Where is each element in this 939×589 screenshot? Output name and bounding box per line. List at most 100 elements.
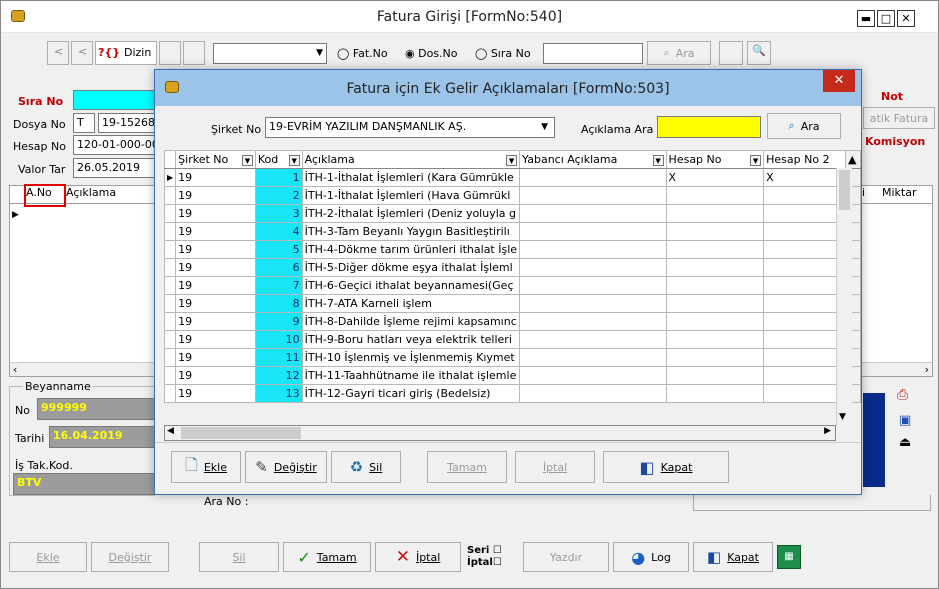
- next-record-button[interactable]: [159, 41, 181, 65]
- cell-hesap[interactable]: [665, 348, 765, 367]
- cell-sirket[interactable]: 19: [175, 186, 256, 205]
- col-aciklama[interactable]: Açıklama: [66, 186, 166, 203]
- cell-hesap2[interactable]: [763, 258, 846, 277]
- cell-hesap[interactable]: [665, 384, 765, 403]
- cell-aciklama[interactable]: İTH-7-ATA Karneli işlem: [301, 294, 521, 313]
- cell-sirket[interactable]: 19: [175, 366, 256, 385]
- cell-kod[interactable]: 4: [254, 222, 303, 241]
- cell-hesap2[interactable]: [763, 384, 846, 403]
- table-row[interactable]: ▶ 19 1 İTH-1-İthalat İşlemleri (Kara Gümrük…: [163, 168, 862, 187]
- cell-kod[interactable]: 13: [254, 384, 303, 403]
- col-sirket[interactable]: Şirket No ▼: [175, 150, 256, 169]
- cell-sirket[interactable]: 19: [175, 330, 256, 349]
- cell-hesap2[interactable]: [763, 312, 846, 331]
- zoom-icon[interactable]: 🔍: [747, 41, 771, 65]
- main-kapat-button[interactable]: ◧ Kapat: [693, 542, 773, 572]
- cell-hesap2[interactable]: [763, 240, 846, 259]
- cell-hesap[interactable]: [665, 186, 765, 205]
- cell-kod[interactable]: 1: [254, 168, 303, 187]
- cell-yabanci[interactable]: [519, 258, 667, 277]
- main-yazdir-button[interactable]: Yazdır: [523, 542, 609, 572]
- cell-sirket[interactable]: 19: [175, 384, 256, 403]
- prev-record-button[interactable]: <: [71, 41, 93, 65]
- cell-sirket[interactable]: 19: [175, 204, 256, 223]
- table-row[interactable]: 19 10 İTH-9-Boru hatları veya elektrik tel…: [163, 330, 862, 349]
- print-icon[interactable]: ⎙: [897, 387, 908, 403]
- dialog-sil-button[interactable]: ♻ Sil: [331, 451, 401, 483]
- cell-kod[interactable]: 2: [254, 186, 303, 205]
- dosya-no-input[interactable]: 19-15268: [98, 113, 158, 133]
- cell-kod[interactable]: 7: [254, 276, 303, 295]
- col-hesap[interactable]: Hesap No ▼: [665, 150, 765, 169]
- is-tak-input[interactable]: BTV: [13, 473, 155, 495]
- cell-hesap[interactable]: [665, 366, 765, 385]
- cell-kod[interactable]: 11: [254, 348, 303, 367]
- main-iptal-button[interactable]: ✕ İptal: [375, 542, 461, 572]
- aciklama-ara-input[interactable]: [657, 116, 761, 138]
- chevron-down-icon[interactable]: ▼: [506, 155, 518, 166]
- cell-hesap[interactable]: [665, 222, 765, 241]
- cell-hesap[interactable]: [665, 204, 765, 223]
- cell-hesap[interactable]: [665, 312, 765, 331]
- cell-yabanci[interactable]: [519, 330, 667, 349]
- table-row[interactable]: 19 4 İTH-3-Tam Beyanlı Yaygın Basitleştiri…: [163, 222, 862, 241]
- table-row[interactable]: 19 6 İTH-5-Diğer dökme eşya ithalat İşleml: [163, 258, 862, 277]
- cell-yabanci[interactable]: [519, 348, 667, 367]
- cell-yabanci[interactable]: [519, 384, 667, 403]
- main-sil-button[interactable]: Sil: [199, 542, 279, 572]
- cell-hesap2[interactable]: X: [763, 168, 846, 187]
- cell-hesap2[interactable]: [763, 276, 846, 295]
- sirket-no-dropdown[interactable]: 19-EVRİM YAZILIM DANŞMANLIK AŞ. ▼: [265, 117, 555, 138]
- cell-yabanci[interactable]: [519, 222, 667, 241]
- cell-hesap[interactable]: [665, 258, 765, 277]
- first-record-button[interactable]: <: [47, 41, 69, 65]
- beyanname-no[interactable]: 999999: [37, 398, 155, 420]
- cell-hesap[interactable]: [665, 330, 765, 349]
- col-i[interactable]: i: [862, 186, 865, 199]
- dizin-button[interactable]: ?{} Dizin: [95, 41, 157, 65]
- cell-hesap[interactable]: [665, 240, 765, 259]
- chevron-down-icon[interactable]: ▼: [241, 155, 253, 166]
- cell-hesap2[interactable]: [763, 366, 846, 385]
- col-aciklama[interactable]: Açıklama ▼: [301, 150, 521, 169]
- seri-iptal-checkbox[interactable]: Seri ☐ İptal☐: [467, 542, 517, 572]
- cell-aciklama[interactable]: İTH-1-İthalat İşlemleri (Kara Gümrükle: [301, 168, 521, 187]
- table-row[interactable]: 19 8 İTH-7-ATA Karneli işlem: [163, 294, 862, 313]
- radio-dos-no[interactable]: ◉ Dos.No: [405, 47, 458, 60]
- cell-yabanci[interactable]: [519, 204, 667, 223]
- cell-kod[interactable]: 5: [254, 240, 303, 259]
- cell-hesap2[interactable]: [763, 204, 846, 223]
- select-icon[interactable]: ▣: [899, 413, 911, 428]
- dialog-iptal-button[interactable]: İptal: [515, 451, 595, 483]
- cell-hesap2[interactable]: [763, 330, 846, 349]
- last-record-button[interactable]: [183, 41, 205, 65]
- cell-hesap2[interactable]: [763, 186, 846, 205]
- minimize-button[interactable]: ▬: [857, 10, 875, 27]
- cell-hesap2[interactable]: [763, 294, 846, 313]
- cell-sirket[interactable]: 19: [175, 294, 256, 313]
- cell-aciklama[interactable]: İTH-1-İthalat İşlemleri (Hava Gümrükl: [301, 186, 521, 205]
- cell-aciklama[interactable]: İTH-12-Gayri ticari giriş (Bedelsiz): [301, 384, 521, 403]
- dialog-vscroll[interactable]: ▼: [836, 168, 852, 426]
- dialog-close-button[interactable]: ✕: [823, 70, 855, 92]
- hesap-no-input[interactable]: 120-01-000-00: [73, 135, 159, 155]
- cell-kod[interactable]: 3: [254, 204, 303, 223]
- cell-hesap2[interactable]: [763, 222, 846, 241]
- col-kod[interactable]: Kod ▼: [254, 150, 303, 169]
- table-row[interactable]: 19 7 İTH-6-Geçici ithalat beyannamesi(Geç: [163, 276, 862, 295]
- dosya-prefix-input[interactable]: T: [73, 113, 95, 133]
- cell-aciklama[interactable]: İTH-2-İthalat İşlemleri (Deniz yoluyla g: [301, 204, 521, 223]
- table-row[interactable]: 19 12 İTH-11-Taahhütname ile ithalat işlem…: [163, 366, 862, 385]
- valor-input[interactable]: 26.05.2019: [73, 158, 159, 178]
- cell-sirket[interactable]: 19: [175, 258, 256, 277]
- otomatik-fatura-button[interactable]: atik Fatura: [863, 107, 935, 129]
- col-yabanci[interactable]: Yabancı Açıklama ▼: [519, 150, 667, 169]
- dialog-ekle-button[interactable]: 🗋 Ekle: [171, 451, 241, 483]
- sira-no-input[interactable]: [73, 90, 157, 110]
- vscroll-up[interactable]: ▲: [844, 150, 862, 169]
- cell-sirket[interactable]: 19: [175, 222, 256, 241]
- table-row[interactable]: 19 9 İTH-8-Dahilde İşleme rejimi kapsamınc: [163, 312, 862, 331]
- main-log-button[interactable]: ◕ Log: [613, 542, 689, 572]
- cell-aciklama[interactable]: İTH-3-Tam Beyanlı Yaygın Basitleştirilı: [301, 222, 521, 241]
- cell-aciklama[interactable]: İTH-11-Taahhütname ile ithalat işlemle: [301, 366, 521, 385]
